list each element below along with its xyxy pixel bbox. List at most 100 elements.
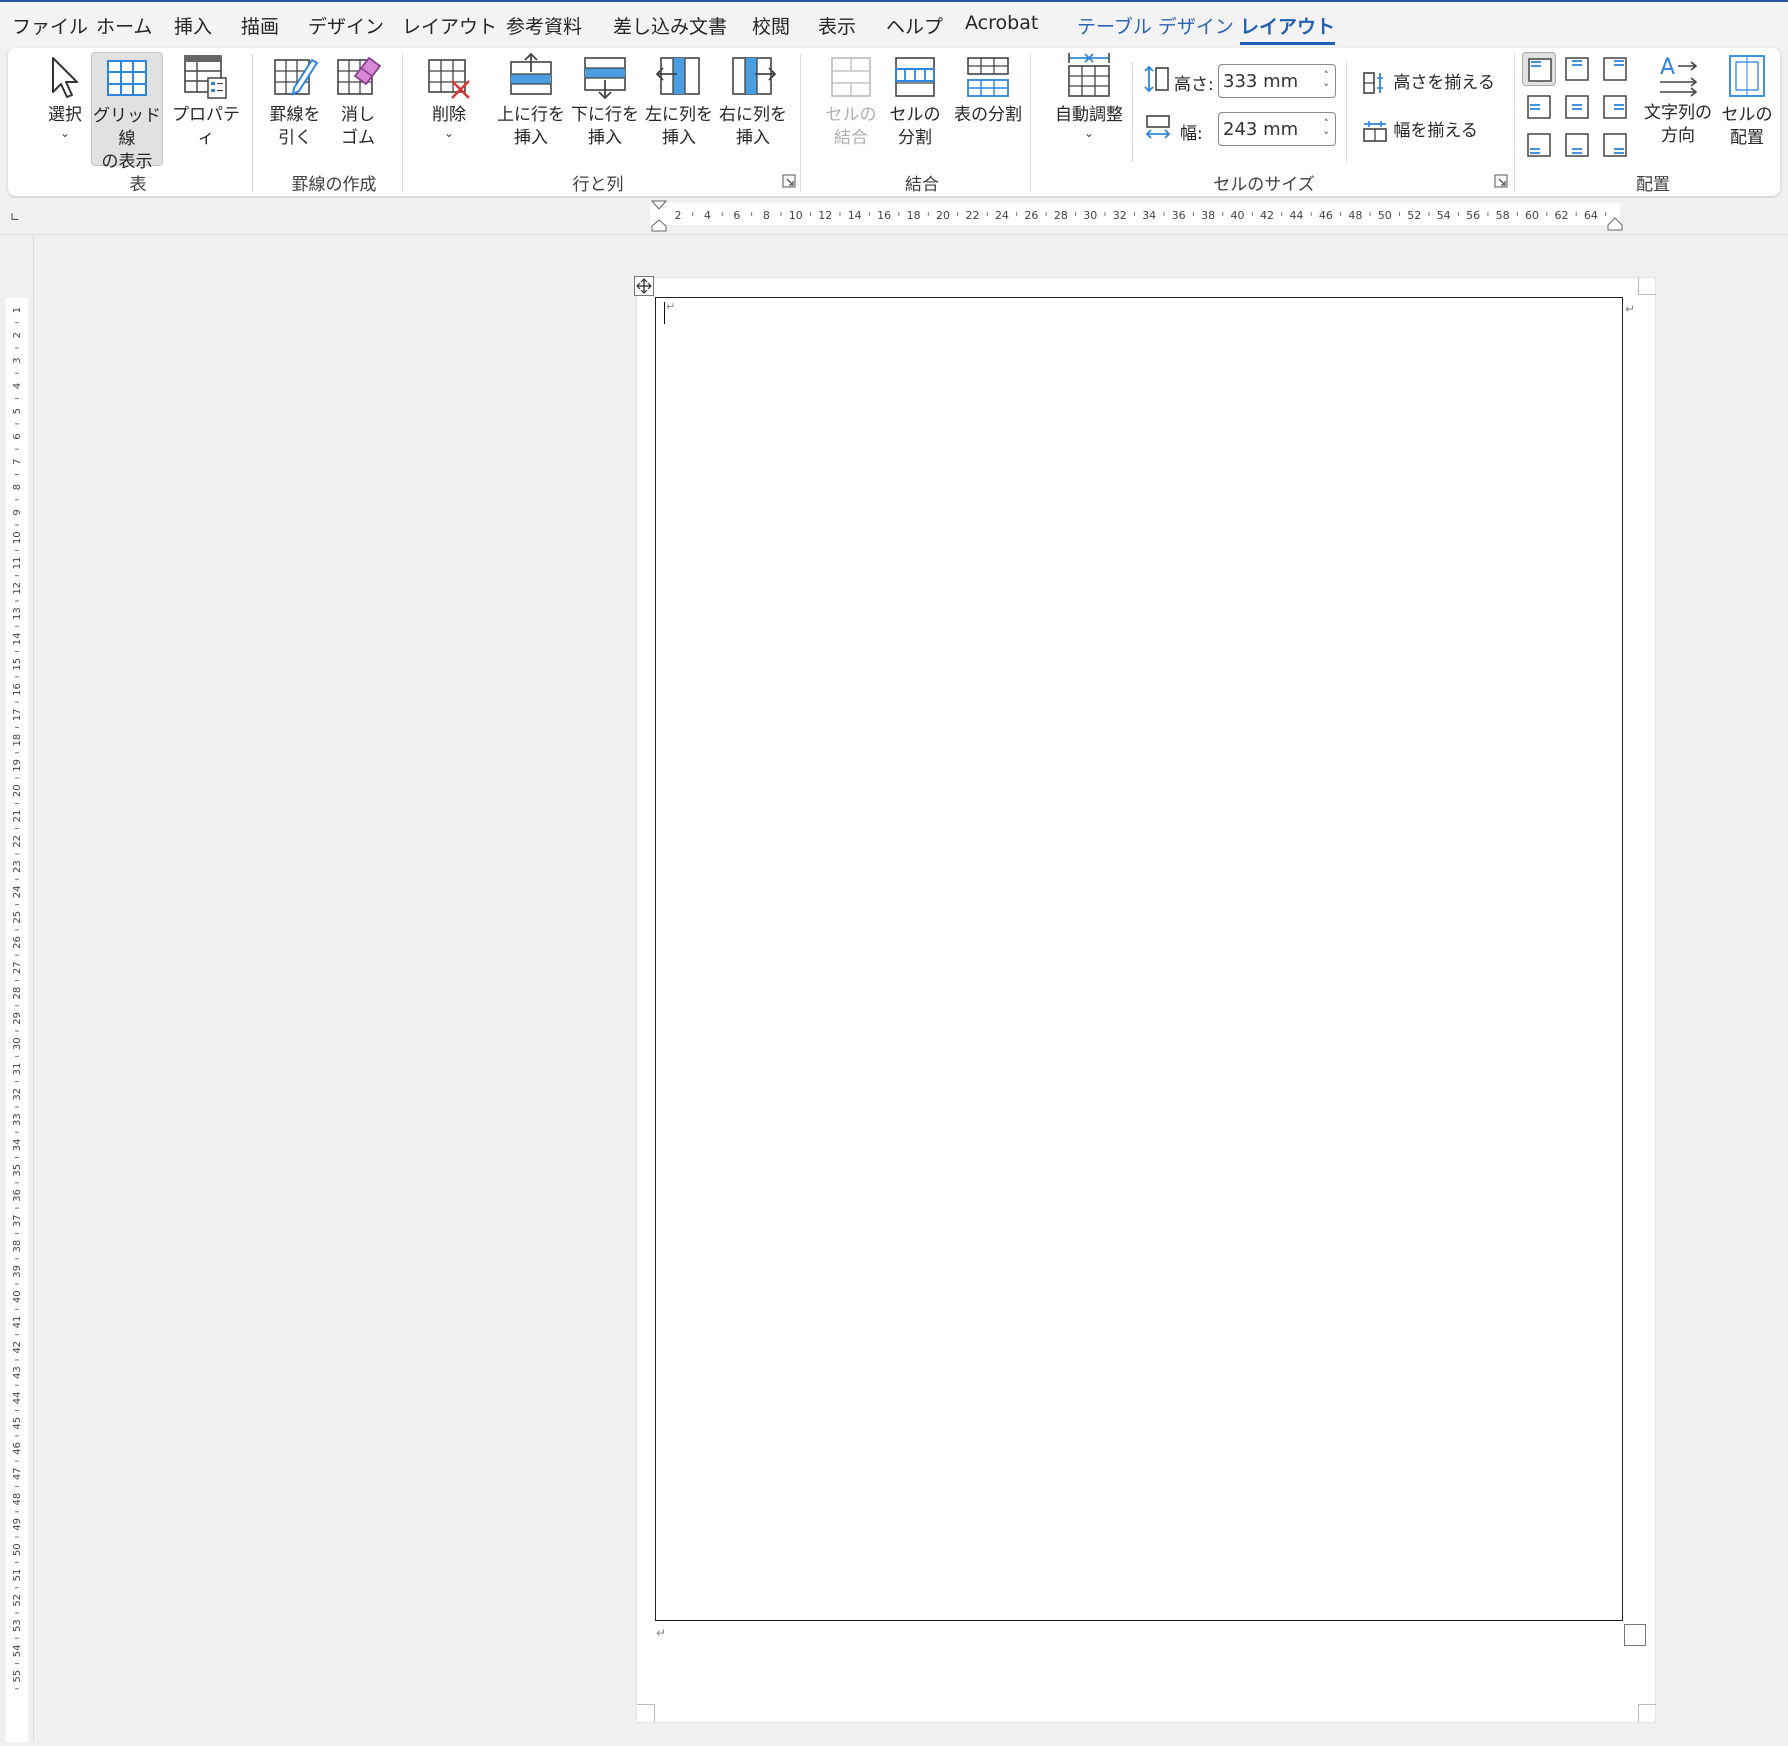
group-separator — [800, 54, 801, 192]
tab-insert[interactable]: 挿入 — [174, 12, 212, 39]
tab-table-design[interactable]: テーブル デザイン — [1077, 12, 1234, 39]
ruler-tick-label: 50 — [12, 1543, 23, 1556]
ruler-tick-label: 4 — [12, 383, 23, 389]
tab-home[interactable]: ホーム — [96, 12, 152, 39]
vertical-ruler[interactable]: 1 2 3 4 5 6 7 8 9 10 11 12 13 14 15 16 17 18 19 20 21 22 23 24 2… — [6, 298, 28, 1742]
svg-text:A: A — [1660, 55, 1675, 80]
first-line-indent-marker[interactable] — [650, 198, 668, 232]
ruler-tick-label: 60 — [1525, 209, 1539, 222]
cursor-arrow-icon — [52, 57, 78, 98]
ruler-tick-label: 32 — [1113, 209, 1127, 222]
insert-row-below-button[interactable]: 下に行を 挿入 — [570, 52, 640, 150]
horizontal-ruler[interactable]: 2 4 6 8 10 12 14 16 18 20 22 24 26 28 30 32 34 36 38 40 42 44… — [650, 203, 1620, 225]
ruler-tick-label: 5 — [12, 408, 23, 414]
cell-margins-button[interactable]: セルの 配置 — [1716, 52, 1778, 150]
group-separator — [1514, 54, 1515, 192]
tab-draw[interactable]: 描画 — [241, 12, 279, 39]
spin-down-icon[interactable]: ˅ — [1324, 131, 1330, 142]
select-button[interactable]: 選択 ⌄ — [30, 54, 100, 139]
ruler-tick-label: 32 — [12, 1088, 23, 1101]
ruler-tick-label: 16 — [877, 209, 891, 222]
ruler-tick-label: 12 — [12, 582, 23, 595]
row-height-input[interactable]: 333 mm ˄ ˅ — [1218, 64, 1336, 98]
group-separator — [1030, 54, 1031, 192]
ruler-tick-label: 10 — [789, 209, 803, 222]
draw-table-button[interactable]: 罫線を 引く — [262, 54, 328, 150]
table-properties-button[interactable]: プロパティ — [166, 54, 246, 150]
split-table-button[interactable]: 表の分割 — [948, 54, 1028, 127]
ruler-tick-label: 33 — [12, 1113, 23, 1126]
tab-table-layout[interactable]: レイアウト — [1240, 12, 1336, 45]
chevron-down-icon: ⌄ — [443, 126, 455, 140]
align-bottom-left-icon — [1527, 133, 1551, 157]
vertical-ruler-divider — [33, 234, 34, 1742]
insert-column-right-button[interactable]: 右に列を 挿入 — [718, 52, 788, 150]
insert-column-left-icon — [655, 57, 700, 95]
tab-references[interactable]: 参考資料 — [506, 12, 582, 39]
tab-acrobat[interactable]: Acrobat — [965, 12, 1038, 34]
align-middle-center-button[interactable] — [1560, 90, 1594, 124]
align-top-right-button[interactable] — [1598, 52, 1632, 86]
align-middle-right-icon — [1603, 95, 1627, 119]
ruler-tick-label: 29 — [12, 1012, 23, 1025]
table-cell[interactable]: ↵ — [655, 297, 1623, 1621]
ruler-tick-label: 14 — [848, 209, 862, 222]
eraser-button[interactable]: 消し ゴム — [330, 54, 386, 150]
group-separator — [1346, 62, 1347, 162]
column-width-input[interactable]: 243 mm ˄ ˅ — [1218, 112, 1336, 146]
tab-mailings[interactable]: 差し込み文書 — [613, 12, 727, 39]
ruler-tick-label: 34 — [1142, 209, 1156, 222]
table-resize-handle[interactable] — [1624, 1624, 1646, 1646]
eraser-icon — [337, 56, 381, 95]
dialog-launcher-icon[interactable] — [782, 174, 796, 188]
align-bottom-center-button[interactable] — [1560, 128, 1594, 162]
ruler-tick-label: 26 — [12, 936, 23, 949]
spin-up-icon[interactable]: ˄ — [1324, 118, 1330, 129]
align-bottom-left-button[interactable] — [1522, 128, 1556, 162]
distribute-columns-button[interactable]: 幅を揃える — [1362, 116, 1478, 143]
text-direction-button[interactable]: A 文字列の 方向 — [1638, 52, 1718, 148]
align-middle-left-button[interactable] — [1522, 90, 1556, 124]
align-bottom-right-button[interactable] — [1598, 128, 1632, 162]
insert-row-above-button[interactable]: 上に行を 挿入 — [496, 52, 566, 150]
align-bottom-center-icon — [1565, 133, 1589, 157]
autofit-button[interactable]: 自動調整 ⌄ — [1042, 52, 1136, 139]
group-label-table: 表 — [129, 175, 147, 195]
ruler-tick-label: 18 — [12, 734, 23, 747]
horizontal-ruler-ticks: 2 4 6 8 10 12 14 16 18 20 22 24 26 28 30 32 34 36 38 40 42 44… — [675, 209, 1607, 222]
align-top-left-button[interactable] — [1522, 52, 1556, 86]
ruler-tick-label: 28 — [12, 987, 23, 1000]
ruler-tick-label: 42 — [1260, 209, 1274, 222]
delete-button[interactable]: 削除 ⌄ — [416, 54, 482, 139]
table-move-handle-icon[interactable] — [634, 276, 654, 296]
ruler-tick-label: 37 — [12, 1214, 23, 1227]
insert-column-left-button[interactable]: 左に列を 挿入 — [644, 52, 714, 150]
tab-file[interactable]: ファイル — [12, 12, 88, 39]
align-top-right-icon — [1603, 57, 1627, 81]
distribute-rows-icon — [1363, 72, 1383, 94]
merge-cells-button[interactable]: セルの 結合 — [816, 54, 886, 150]
ruler-tick-label: 44 — [1289, 209, 1303, 222]
spin-down-icon[interactable]: ˅ — [1324, 83, 1330, 94]
ruler-tick-label: 16 — [12, 683, 23, 696]
ruler-tick-label: 30 — [1083, 209, 1097, 222]
tab-design[interactable]: デザイン — [308, 12, 384, 39]
right-indent-marker[interactable] — [1606, 216, 1624, 232]
ruler-tick-label: 23 — [12, 860, 23, 873]
gridlines-toggle-button[interactable]: グリッド線 の表示 — [91, 52, 163, 172]
spin-up-icon[interactable]: ˄ — [1324, 70, 1330, 81]
tab-review[interactable]: 校閲 — [752, 12, 790, 39]
page-corner-mark — [637, 1704, 655, 1722]
tab-view[interactable]: 表示 — [818, 12, 856, 39]
tab-layout[interactable]: レイアウト — [402, 12, 497, 39]
dialog-launcher-icon[interactable] — [1494, 174, 1508, 188]
align-middle-right-button[interactable] — [1598, 90, 1632, 124]
ruler-tick-label: 49 — [12, 1518, 23, 1531]
split-cells-button[interactable]: セルの 分割 — [882, 54, 948, 150]
ruler-tick-label: 62 — [1555, 209, 1569, 222]
ruler-tick-label: 53 — [12, 1619, 23, 1632]
tab-help[interactable]: ヘルプ — [886, 12, 943, 39]
distribute-rows-button[interactable]: 高さを揃える — [1362, 68, 1495, 95]
tab-selector-icon[interactable]: ∟ — [10, 210, 20, 224]
align-top-center-button[interactable] — [1560, 52, 1594, 86]
